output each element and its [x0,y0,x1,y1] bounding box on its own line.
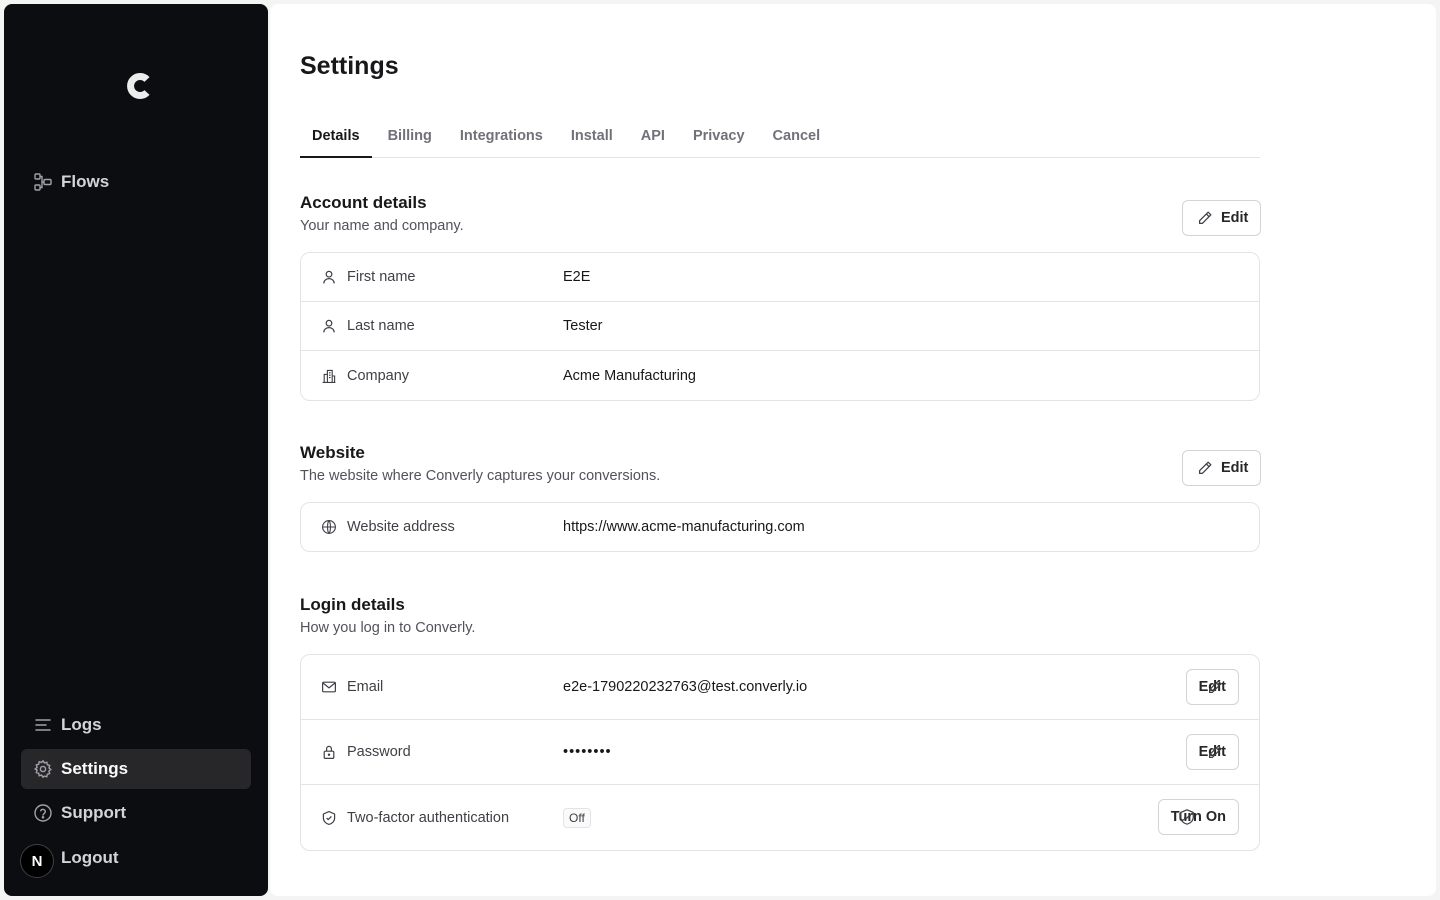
pencil-icon [1206,743,1224,761]
field-label: Email [347,679,384,695]
edit-label: Edit [1221,460,1249,476]
settings-tabs: Details Billing Integrations Install API… [300,122,1260,158]
logout-link[interactable]: Logout [61,848,119,868]
website-desc: The website where Converly captures your… [300,468,661,484]
sidebar-item-label: Support [61,803,127,822]
main-content: Settings Details Billing Integrations In… [270,4,1436,896]
tab-billing[interactable]: Billing [376,122,444,158]
status-badge: Off [563,807,591,828]
login-details-title: Login details [300,595,405,614]
account-details-title: Account details [300,193,427,212]
row-website-address: Website address https://www.acme-manufac… [301,503,1259,551]
field-label: Last name [347,318,415,334]
tab-install[interactable]: Install [559,122,625,158]
user-icon [320,317,338,335]
website-card: Website address https://www.acme-manufac… [300,502,1260,552]
field-value: https://www.acme-manufacturing.com [563,519,805,535]
tab-integrations[interactable]: Integrations [448,122,555,158]
password-edit-button[interactable]: Edit [1185,734,1239,770]
mail-icon [320,678,338,696]
field-label: Password [347,744,411,760]
field-value: E2E [563,269,591,285]
sidebar-item-support[interactable]: Support [21,793,251,833]
field-label: Two-factor authentication [347,809,510,826]
row-company: Company Acme Manufacturing [301,351,1259,400]
sidebar-item-logs[interactable]: Logs [21,705,251,745]
tab-details[interactable]: Details [300,122,372,158]
row-last-name: Last name Tester [301,302,1259,351]
page-title: Settings [300,52,399,80]
login-details-desc: How you log in to Converly. [300,620,476,636]
website-edit-button[interactable]: Edit [1182,450,1262,486]
field-value: e2e-1790220232763@test.converly.io [563,679,808,695]
flows-icon [33,172,53,192]
gear-icon [33,759,53,779]
row-two-factor: Two-factor authentication Off Turn On [301,785,1259,850]
field-value: Acme Manufacturing [563,367,696,384]
login-details-card: Email e2e-1790220232763@test.converly.io… [300,654,1260,851]
row-first-name: First name E2E [301,253,1259,302]
account-edit-button[interactable]: Edit [1182,200,1262,236]
tab-privacy[interactable]: Privacy [681,122,757,158]
email-edit-button[interactable]: Edit [1185,669,1239,705]
account-details-card: First name E2E Last name Tester Company … [300,252,1260,401]
pencil-icon [1195,208,1215,228]
tab-api[interactable]: API [629,122,677,158]
building-icon [320,367,338,385]
lock-icon [320,743,338,761]
shield-check-icon [1178,808,1196,826]
row-email: Email e2e-1790220232763@test.converly.io… [301,655,1259,720]
sidebar-item-label: Flows [61,172,110,191]
password-value: •••••••• [563,744,612,760]
user-icon [320,268,338,286]
app-logo[interactable] [120,66,160,106]
help-circle-icon [33,803,53,823]
pencil-icon [1206,678,1224,696]
field-label: First name [347,269,416,285]
sidebar-item-settings[interactable]: Settings [21,749,251,789]
sidebar-item-label: Settings [61,759,129,778]
row-password: Password •••••••• Edit [301,720,1259,785]
sidebar-item-label: Logs [61,715,102,734]
shield-icon [320,809,338,827]
account-details-desc: Your name and company. [300,218,464,234]
pencil-icon [1195,458,1215,478]
globe-icon [320,518,338,536]
sidebar-item-flows[interactable]: Flows [21,162,251,202]
edit-label: Edit [1221,210,1249,226]
avatar[interactable]: N [20,844,54,878]
logs-icon [33,715,53,735]
tab-cancel[interactable]: Cancel [761,122,833,158]
website-title: Website [300,443,365,462]
field-value: Tester [563,318,603,334]
field-label: Website address [347,519,455,535]
turn-on-2fa-button[interactable]: Turn On [1157,799,1239,835]
sidebar: Flows Logs Settings Support N Logout [4,4,268,896]
field-label: Company [347,367,410,384]
